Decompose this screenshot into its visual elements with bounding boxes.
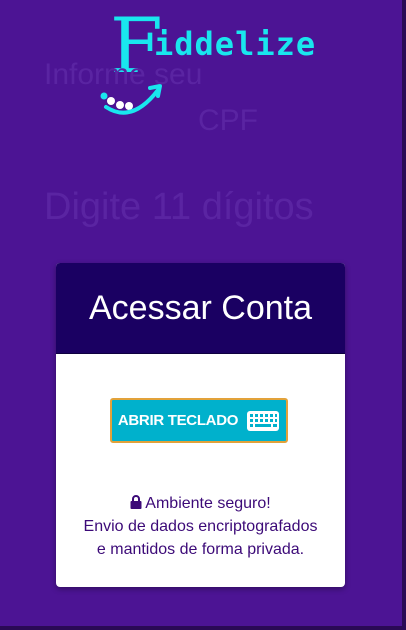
- keyboard-icon: [247, 410, 280, 431]
- ghost-prompt-cpf-label: CPF: [198, 104, 258, 137]
- window-edge-bottom: [0, 626, 406, 630]
- logo-wordmark: iddelize: [154, 25, 317, 63]
- secure-line-2: e mantidos de forma privada.: [96, 541, 305, 558]
- ghost-prompt-digits: Digite 11 dígitos: [44, 186, 314, 228]
- card-body: ABRIR TECLADO Ambiente seguro! Envio de …: [56, 354, 345, 587]
- window-edge-right: [402, 0, 406, 630]
- ghost-prompt-cpf: Informe seu: [44, 58, 203, 91]
- open-keyboard-label: ABRIR TECLADO: [117, 412, 239, 429]
- secure-environment-notice: Ambiente seguro! Envio de dados encripto…: [56, 492, 345, 561]
- app-background: F iddelize Informe seu CPF Digite 11 díg…: [0, 0, 402, 626]
- open-keyboard-button[interactable]: ABRIR TECLADO: [110, 398, 288, 443]
- lock-icon: [130, 495, 142, 509]
- card-title: Acessar Conta: [89, 288, 312, 327]
- card-header: Acessar Conta: [56, 263, 345, 354]
- secure-title: Ambiente seguro!: [145, 495, 271, 512]
- secure-line-1: Envio de dados encriptografados: [83, 518, 318, 535]
- login-card: Acessar Conta ABRIR TECLADO Ambiente seg…: [56, 263, 345, 587]
